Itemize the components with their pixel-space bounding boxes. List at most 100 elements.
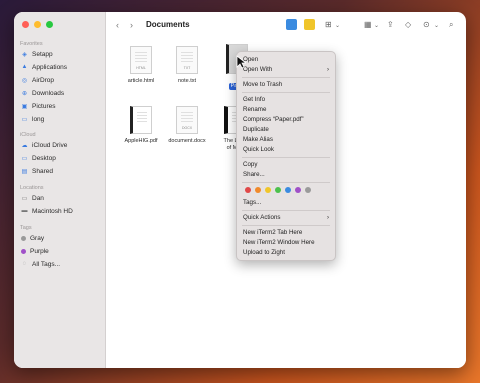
chevron-down-icon[interactable]: ⌄ bbox=[335, 22, 340, 29]
view-grid-icon[interactable]: ⊞ bbox=[325, 20, 332, 29]
menu-separator bbox=[242, 77, 330, 78]
forward-icon[interactable]: › bbox=[130, 20, 133, 30]
minimize-button[interactable] bbox=[34, 21, 41, 28]
sidebar-item-long[interactable]: ▭ long bbox=[18, 113, 102, 125]
menu-item-quick-look[interactable]: Quick Look bbox=[243, 145, 329, 155]
sidebar-item-downloads[interactable]: ⊕ Downloads bbox=[18, 87, 102, 99]
chevron-down-icon[interactable]: ⌄ bbox=[374, 22, 379, 29]
file-item[interactable]: HTML article.html bbox=[118, 46, 164, 85]
menu-item-move-to-trash[interactable]: Move to Trash bbox=[243, 80, 329, 90]
sidebar-item-airdrop[interactable]: ◎ AirDrop bbox=[18, 74, 102, 86]
sidebar: Favorites ◈ Setapp ▲ Applications ◎ AirDrop… bbox=[14, 12, 106, 368]
sidebar-item-label: Downloads bbox=[32, 89, 65, 97]
menu-item-make-alias[interactable]: Make Alias bbox=[243, 135, 329, 145]
file-item[interactable]: TXT note.txt bbox=[164, 46, 210, 85]
orange-tag-icon[interactable] bbox=[255, 187, 261, 193]
sidebar-item-label: Applications bbox=[32, 63, 68, 71]
icloud-icon: ☁ bbox=[21, 142, 28, 149]
chevron-down-icon[interactable]: ⌄ bbox=[434, 22, 439, 29]
sidebar-item-label: Shared bbox=[32, 167, 53, 175]
toolbar: ‹ › Documents ⊞ ⌄ ▦ ⌄ ⇪ ◇ ⊙ ⌄ ⌕ bbox=[106, 12, 466, 40]
menu-item-quick-actions[interactable]: Quick Actions › bbox=[243, 213, 329, 223]
desktop-icon: ▭ bbox=[21, 155, 28, 162]
yellow-tag-icon[interactable] bbox=[265, 187, 271, 193]
share-icon[interactable]: ⇪ bbox=[387, 20, 394, 29]
sidebar-item-shared[interactable]: ▤ Shared bbox=[18, 165, 102, 177]
purple-tag-icon[interactable] bbox=[295, 187, 301, 193]
sidebar-item-pictures[interactable]: ▣ Pictures bbox=[18, 100, 102, 112]
menu-item-duplicate[interactable]: Duplicate bbox=[243, 125, 329, 135]
menu-separator bbox=[242, 157, 330, 158]
menu-item-share[interactable]: Share... bbox=[243, 170, 329, 180]
menu-separator bbox=[242, 92, 330, 93]
tag-color-picker bbox=[245, 187, 311, 193]
favorites-heading: Favorites bbox=[20, 41, 43, 47]
menu-item-open[interactable]: Open bbox=[243, 55, 329, 65]
file-item[interactable]: DOCX document.docx bbox=[164, 106, 210, 145]
tag-icon[interactable]: ◇ bbox=[405, 20, 411, 29]
zoom-button[interactable] bbox=[46, 21, 53, 28]
tags-heading: Tags bbox=[20, 225, 32, 231]
locations-heading: Locations bbox=[20, 185, 44, 191]
file-name: note.txt bbox=[177, 78, 197, 84]
menu-item-compress[interactable]: Compress “Paper.pdf” bbox=[243, 115, 329, 125]
menu-item-copy[interactable]: Copy bbox=[243, 160, 329, 170]
menu-item-iterm-window[interactable]: New iTerm2 Window Here bbox=[243, 238, 329, 248]
search-icon[interactable]: ⌕ bbox=[449, 20, 453, 30]
close-button[interactable] bbox=[22, 21, 29, 28]
disk-icon: ▬ bbox=[21, 208, 28, 214]
sidebar-item-label: long bbox=[32, 115, 45, 123]
sidebar-item-macintosh-hd[interactable]: ▬ Macintosh HD bbox=[18, 205, 102, 217]
file-extension: HTML bbox=[136, 66, 146, 70]
sidebar-item-desktop[interactable]: ▭ Desktop bbox=[18, 152, 102, 164]
menu-item-open-with[interactable]: Open With › bbox=[243, 65, 329, 75]
finder-window: Favorites ◈ Setapp ▲ Applications ◎ AirDrop… bbox=[14, 12, 466, 368]
sidebar-item-label: Pictures bbox=[32, 102, 56, 110]
sidebar-item-setapp[interactable]: ◈ Setapp bbox=[18, 48, 102, 60]
red-tag-icon[interactable] bbox=[245, 187, 251, 193]
menu-separator bbox=[242, 182, 330, 183]
sidebar-item-label: Gray bbox=[30, 234, 45, 242]
sidebar-item-dan[interactable]: ▭ Dan bbox=[18, 192, 102, 204]
file-name: AppleHIG.pdf bbox=[124, 138, 158, 144]
airdrop-icon: ◎ bbox=[21, 77, 28, 84]
sidebar-item-tag-gray[interactable]: Gray bbox=[18, 232, 102, 244]
downloads-icon: ⊕ bbox=[21, 90, 28, 97]
sidebar-item-label: Desktop bbox=[32, 154, 56, 162]
file-item[interactable]: AppleHIG.pdf bbox=[118, 106, 164, 145]
gray-tag-icon bbox=[21, 235, 26, 241]
document-icon: DOCX bbox=[176, 106, 198, 134]
menu-item-iterm-tab[interactable]: New iTerm2 Tab Here bbox=[243, 228, 329, 238]
menu-item-rename[interactable]: Rename bbox=[243, 105, 329, 115]
sidebar-item-icloud-drive[interactable]: ☁ iCloud Drive bbox=[18, 139, 102, 151]
lightning-app-icon[interactable] bbox=[304, 19, 315, 30]
menu-item-get-info[interactable]: Get Info bbox=[243, 95, 329, 105]
more-actions-icon[interactable]: ⊙ bbox=[423, 20, 430, 29]
gray-tag-icon[interactable] bbox=[305, 187, 311, 193]
context-menu: Open Open With › Move to Trash Get Info R… bbox=[236, 51, 336, 261]
document-icon: TXT bbox=[176, 46, 198, 74]
chevron-right-icon: › bbox=[327, 215, 329, 221]
sidebar-item-applications[interactable]: ▲ Applications bbox=[18, 61, 102, 73]
pictures-icon: ▣ bbox=[21, 103, 28, 110]
sidebar-item-all-tags[interactable]: ◌ All Tags... bbox=[18, 258, 102, 270]
setapp-icon: ◈ bbox=[22, 51, 27, 58]
all-tags-icon: ◌ bbox=[22, 261, 27, 267]
chevron-right-icon: › bbox=[327, 67, 329, 73]
sidebar-item-tag-purple[interactable]: Purple bbox=[18, 245, 102, 257]
menu-item-upload-zight[interactable]: Upload to Zight bbox=[243, 248, 329, 258]
applications-icon: ▲ bbox=[21, 64, 28, 70]
navigation-buttons: ‹ › bbox=[116, 20, 133, 30]
window-title: Documents bbox=[146, 20, 190, 29]
back-icon[interactable]: ‹ bbox=[116, 20, 119, 30]
sidebar-item-label: Purple bbox=[30, 247, 49, 255]
menu-item-tags[interactable]: Tags... bbox=[243, 198, 329, 208]
shared-folder-icon: ▤ bbox=[21, 168, 28, 175]
computer-icon: ▭ bbox=[21, 195, 28, 202]
sidebar-item-label: iCloud Drive bbox=[32, 141, 68, 149]
sidebar-item-label: Macintosh HD bbox=[32, 207, 73, 215]
group-icon[interactable]: ▦ bbox=[364, 20, 372, 29]
app-shortcut-icon[interactable] bbox=[286, 19, 297, 30]
green-tag-icon[interactable] bbox=[275, 187, 281, 193]
blue-tag-icon[interactable] bbox=[285, 187, 291, 193]
